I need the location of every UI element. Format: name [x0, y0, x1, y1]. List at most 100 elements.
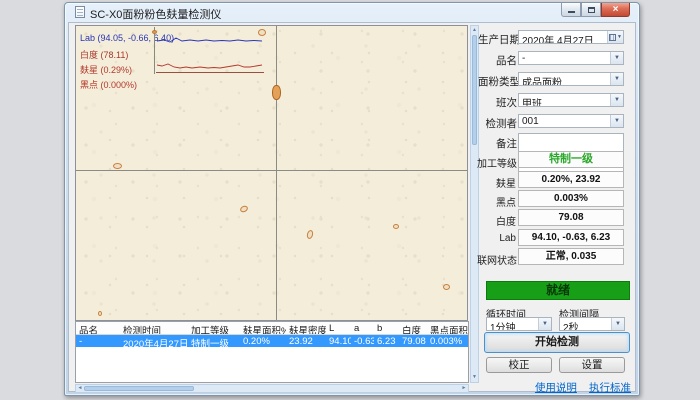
bran-speck: [272, 85, 281, 100]
trend-chart: [154, 26, 267, 76]
status-badge: 就绪: [486, 281, 630, 300]
cell-time: 2020年4月27日 11:10: [120, 335, 188, 347]
horizontal-scroll-thumb[interactable]: [84, 386, 194, 391]
flour-type-value: 成品面粉: [522, 78, 562, 86]
title-bar[interactable]: SC-X0面粉粉色麸量检测仪 ×: [65, 3, 639, 22]
black-spot-value: 0.003%: [518, 190, 624, 207]
network-status-value: 正常, 0.035: [518, 248, 624, 265]
overlay-bran-value: 麸星 (0.29%): [80, 63, 132, 76]
lab-label: Lab: [477, 233, 516, 244]
bran-speck: [393, 224, 399, 229]
scroll-left-icon[interactable]: ◄: [76, 385, 84, 392]
whiteness-value: 79.08: [518, 209, 624, 226]
table-row[interactable]: - 2020年4月27日 11:10 特制一级 0.20% 23.92 94.1…: [76, 335, 468, 347]
grade-value: 特制一级: [518, 151, 624, 168]
start-detection-button[interactable]: 开始检测: [484, 332, 630, 353]
scroll-up-icon[interactable]: ▲: [471, 27, 478, 34]
bran-trend-line: [157, 64, 262, 68]
calibrate-button[interactable]: 校正: [486, 357, 552, 373]
grade-label: 加工等级: [477, 155, 516, 170]
window-title: SC-X0面粉粉色麸量检测仪: [90, 6, 221, 22]
interval-select[interactable]: 2秒 ▼: [559, 317, 625, 331]
date-picker-button[interactable]: ▼: [607, 31, 623, 43]
control-panel: 生产日期 2020年 4月27日 ▼ 品名 - ▼ 面粉类型 成品面粉 ▼ 班次…: [482, 25, 635, 392]
cell-grade: 特制一级: [188, 335, 240, 347]
product-name-select[interactable]: - ▼: [518, 51, 624, 65]
chevron-down-icon: ▼: [610, 115, 623, 127]
flour-image: Lab (94.05, -0.66, 6.40) 白度 (78.11) 麸星 (…: [75, 25, 468, 321]
chevron-down-icon: ▼: [610, 94, 623, 106]
cell-whiteness: 79.08: [399, 335, 427, 347]
bran-speck: [239, 205, 249, 214]
lab-trend-line: [157, 38, 262, 42]
memo-label: 备注: [478, 136, 517, 151]
horizontal-scrollbar[interactable]: ◄ ►: [75, 384, 469, 393]
close-icon: ×: [613, 5, 619, 15]
shift-select[interactable]: 甲班 ▼: [518, 93, 624, 107]
bran-speck: [113, 163, 122, 169]
col-grade: 加工等级: [188, 322, 240, 334]
col-bran-area: 麸星面积%: [240, 322, 286, 334]
col-L: L: [326, 322, 351, 334]
cell-bran-density: 23.92: [286, 335, 326, 347]
vertical-scroll-thumb[interactable]: [472, 35, 477, 145]
cell-a: -0.63: [351, 335, 374, 347]
app-icon: [75, 6, 85, 18]
settings-button[interactable]: 设置: [559, 357, 625, 373]
product-name-label: 品名: [478, 53, 517, 68]
minimize-button[interactable]: [561, 3, 581, 17]
overlay-whiteness-value: 白度 (78.11): [80, 48, 128, 61]
standard-link[interactable]: 执行标准: [589, 382, 631, 394]
inspector-label: 检测者: [478, 116, 517, 131]
bran-value: 0.20%, 23.92: [518, 171, 624, 188]
cell-b: 6.23: [374, 335, 399, 347]
bran-label: 麸星: [477, 175, 516, 190]
minimize-icon: [568, 11, 575, 13]
table-header: 品名 检测时间 加工等级 麸星面积% 麸星密度 L a b 白度 黑点面积%: [76, 322, 468, 335]
cell-L: 94.10: [326, 335, 351, 347]
lab-value: 94.10, -0.63, 6.23: [518, 229, 624, 246]
chevron-down-icon: ▼: [538, 318, 551, 330]
scroll-right-icon[interactable]: ►: [460, 385, 468, 392]
cell-bran-area: 0.20%: [240, 335, 286, 347]
whiteness-label: 白度: [477, 213, 516, 228]
inspector-value: 001: [522, 116, 539, 127]
results-table: 品名 检测时间 加工等级 麸星面积% 麸星密度 L a b 白度 黑点面积% -…: [75, 321, 469, 383]
col-product: 品名: [76, 322, 120, 334]
inspector-select[interactable]: 001 ▼: [518, 114, 624, 128]
manual-link[interactable]: 使用说明: [535, 382, 577, 394]
cell-black-area: 0.003%: [427, 335, 468, 347]
footer-links: 使用说明 执行标准: [526, 380, 631, 395]
shift-label: 班次: [478, 95, 517, 110]
shift-value: 甲班: [522, 99, 542, 107]
scroll-down-icon[interactable]: ▼: [471, 374, 478, 381]
chevron-down-icon: ▼: [617, 34, 622, 40]
bran-speck: [98, 311, 102, 316]
maximize-button[interactable]: [581, 3, 601, 17]
crosshair-vertical-line: [276, 26, 277, 320]
production-date-field[interactable]: 2020年 4月27日 ▼: [518, 30, 624, 44]
flour-type-label: 面粉类型: [478, 74, 517, 89]
production-date-value: 2020年 4月27日: [522, 36, 594, 44]
col-time: 检测时间: [120, 322, 188, 334]
calendar-icon: [609, 34, 616, 41]
product-name-value: -: [522, 53, 525, 64]
cycle-time-value: 1分钟: [490, 323, 516, 331]
flour-type-select[interactable]: 成品面粉 ▼: [518, 72, 624, 86]
app-window: SC-X0面粉粉色麸量检测仪 × Lab (94.05, -0.66, 6.40…: [64, 2, 640, 396]
close-button[interactable]: ×: [601, 3, 630, 17]
cell-product: -: [76, 335, 120, 347]
maximize-icon: [588, 7, 595, 13]
bran-speck: [443, 284, 450, 290]
col-a: a: [351, 322, 374, 334]
bran-speck: [258, 29, 266, 36]
network-status-label: 联网状态: [477, 252, 516, 267]
chevron-down-icon: ▼: [610, 73, 623, 85]
col-black-area: 黑点面积%: [427, 322, 468, 334]
window-controls: ×: [561, 3, 630, 17]
bran-speck: [306, 229, 314, 239]
overlay-black-value: 黑点 (0.000%): [80, 78, 137, 91]
col-bran-density: 麸星密度: [286, 322, 326, 334]
cycle-time-select[interactable]: 1分钟 ▼: [486, 317, 552, 331]
client-area: Lab (94.05, -0.66, 6.40) 白度 (78.11) 麸星 (…: [68, 22, 636, 392]
